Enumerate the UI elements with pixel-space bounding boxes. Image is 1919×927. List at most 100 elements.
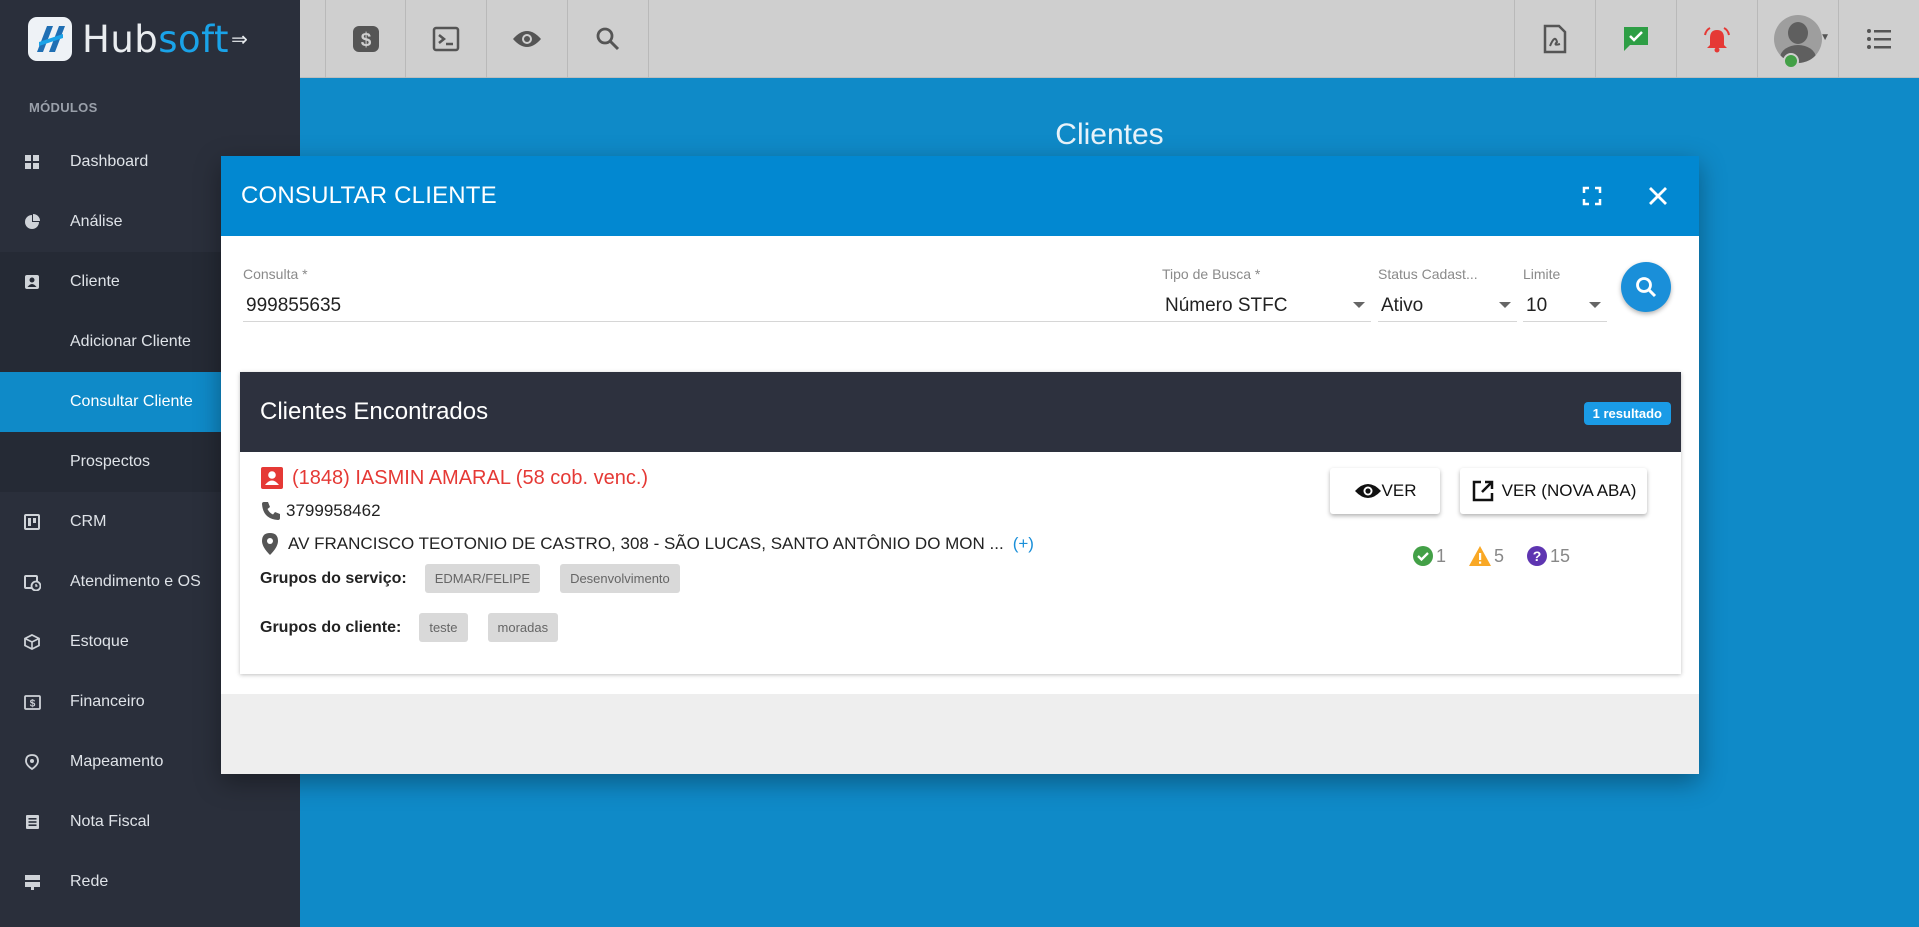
sidebar-item-label: Mapeamento (70, 753, 164, 770)
contact-card-icon (261, 467, 283, 489)
sidebar-item-label: Rede (70, 873, 109, 890)
sidebar-item-label: Adicionar Cliente (70, 333, 191, 350)
toolbar: $ ▼ (300, 0, 1919, 78)
group-chip: Desenvolvimento (560, 564, 680, 593)
logo-text-soft: soft (158, 17, 230, 61)
box-icon (0, 634, 70, 650)
sidebar-item-label: Estoque (70, 633, 129, 650)
warning-icon (1469, 546, 1492, 566)
phone-icon (262, 502, 280, 520)
sidebar-item-label: Atendimento e OS (70, 573, 201, 590)
close-icon[interactable] (1625, 156, 1691, 236)
user-avatar-menu[interactable]: ▼ (1757, 0, 1838, 78)
view-new-tab-label: VER (NOVA ABA) (1501, 481, 1637, 500)
modal-footer (221, 694, 1699, 774)
search-icon[interactable] (568, 0, 649, 78)
alarm-icon[interactable] (1676, 0, 1757, 78)
status-warning-count: 5 (1494, 545, 1505, 566)
result-count-badge: 1 resultado (1583, 402, 1671, 425)
limite-label: Limite (1523, 266, 1561, 282)
view-button[interactable]: VER (1330, 468, 1440, 514)
client-phone: 3799958462 (286, 501, 381, 520)
tipo-busca-label: Tipo de Busca * (1162, 266, 1261, 282)
client-name-row[interactable]: (1848) IASMIN AMARAL (58 cob. venc.) (260, 466, 648, 490)
limite-select[interactable]: 10 (1523, 290, 1607, 322)
status-unknown: ? 15 (1526, 545, 1570, 567)
svg-text:$: $ (360, 30, 371, 51)
dashboard-icon (0, 154, 70, 170)
logo-text-hub: Hub (82, 17, 159, 61)
document-icon (0, 814, 70, 830)
sidebar-item-label: Cliente (70, 273, 120, 290)
client-name[interactable]: (1848) IASMIN AMARAL (58 cob. venc.) (292, 467, 648, 490)
menu-collapse-arrow-icon[interactable]: ⇒ (231, 27, 248, 52)
client-phone-row: 3799958462 (260, 500, 381, 522)
service-groups-label: Grupos do serviço: (260, 569, 407, 587)
money-icon: $ (0, 694, 70, 710)
limite-field: Limite 10 (1523, 266, 1607, 322)
client-groups-row: Grupos do cliente: teste moradas (260, 613, 559, 642)
status-ok: 1 (1412, 545, 1446, 567)
tipo-busca-select[interactable]: Número STFC (1162, 290, 1371, 322)
toolbar-right: ▼ (1514, 0, 1919, 78)
results-header: Clientes Encontrados 1 resultado (240, 372, 1681, 452)
fullscreen-icon[interactable] (1559, 156, 1625, 236)
address-more-link[interactable]: (+) (1013, 534, 1034, 554)
group-chip: teste (419, 613, 468, 642)
map-pin-icon (262, 533, 278, 555)
page-title: Clientes (1055, 118, 1164, 151)
logo[interactable]: Hubsoft ⇒ (0, 0, 300, 78)
check-circle-icon (1413, 546, 1433, 566)
server-icon (0, 874, 70, 890)
consulta-input[interactable]: 999855635 (243, 290, 1179, 322)
pie-chart-icon (0, 214, 70, 230)
status-label: Status Cadast... (1378, 266, 1478, 282)
list-menu-icon[interactable] (1838, 0, 1919, 78)
status-select[interactable]: Ativo (1378, 290, 1517, 322)
calendar-clock-icon (0, 574, 70, 591)
search-icon (1636, 277, 1657, 298)
modal-title: CONSULTAR CLIENTE (241, 182, 497, 209)
results-title: Clientes Encontrados (260, 398, 489, 425)
eye-icon[interactable] (487, 0, 568, 78)
kanban-icon (0, 514, 70, 530)
group-chip: EDMAR/FELIPE (424, 564, 541, 593)
eye-icon (1354, 484, 1381, 498)
top-bar: Hubsoft ⇒ $ ▼ (0, 0, 1919, 78)
sidebar-item-rede[interactable]: Rede (0, 852, 300, 912)
svg-text:$: $ (29, 698, 35, 709)
group-chip: moradas (487, 613, 559, 642)
avatar (1774, 15, 1822, 63)
service-groups-row: Grupos do serviço: EDMAR/FELIPE Desenvol… (260, 564, 680, 593)
sidebar-item-label: Consultar Cliente (70, 393, 193, 410)
sidebar-section-title: MÓDULOS (29, 100, 98, 115)
search-button[interactable] (1621, 262, 1671, 312)
sidebar-item-label: CRM (70, 513, 107, 530)
status-warning: 5 (1468, 545, 1504, 567)
map-pin-icon (0, 753, 70, 771)
consultar-cliente-modal: CONSULTAR CLIENTE Consulta * 999855635 T… (221, 156, 1699, 774)
consulta-label: Consulta * (243, 266, 308, 282)
logo-text: Hubsoft (82, 18, 229, 61)
client-groups-label: Grupos do cliente: (260, 618, 402, 636)
terminal-icon[interactable] (406, 0, 487, 78)
sidebar-item-label: Nota Fiscal (70, 813, 151, 830)
dropdown-caret-icon (1589, 302, 1601, 308)
client-address: AV FRANCISCO TEOTONIO DE CASTRO, 308 - S… (288, 534, 1004, 553)
view-new-tab-button[interactable]: VER (NOVA ABA) (1460, 468, 1647, 514)
sidebar-item-label: Financeiro (70, 693, 145, 710)
results-card: Clientes Encontrados 1 resultado (1848) … (240, 372, 1681, 674)
help-circle-icon: ? (1527, 546, 1548, 566)
dropdown-caret-icon (1353, 302, 1365, 308)
hubsoft-logo-icon (28, 17, 72, 61)
status-unknown-count: 15 (1550, 545, 1571, 566)
online-status-dot (1783, 53, 1799, 69)
dollar-icon[interactable]: $ (325, 0, 406, 78)
open-in-new-icon (1472, 480, 1493, 502)
sidebar-item-label: Análise (70, 213, 123, 230)
dropdown-caret-icon (1499, 302, 1511, 308)
check-chat-icon[interactable] (1595, 0, 1676, 78)
sidebar-item-nota-fiscal[interactable]: Nota Fiscal (0, 792, 300, 852)
pdf-icon[interactable] (1514, 0, 1595, 78)
client-status-counts: 1 5 ? 15 (1412, 545, 1592, 567)
